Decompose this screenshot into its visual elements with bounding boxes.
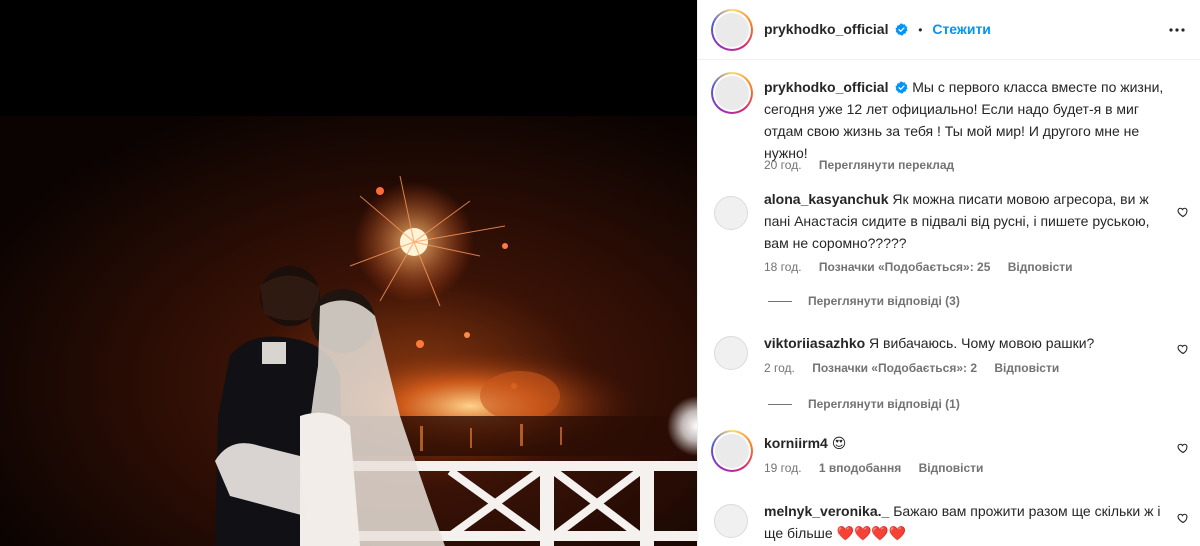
comment-username[interactable]: korniirm4 [764,435,828,451]
view-replies-button[interactable]: Переглянути відповіді (1) [768,397,960,411]
comment-username[interactable]: alona_kasyanchuk [764,191,889,207]
heart-outline-icon[interactable] [1177,512,1189,524]
more-options-icon[interactable] [1167,20,1187,40]
caption-meta: 20 год. Переглянути переклад [764,158,968,172]
post-media[interactable] [0,0,697,546]
verified-badge-icon [895,81,908,94]
view-replies-button[interactable]: Переглянути відповіді (3) [768,294,960,308]
comment-text-block: alona_kasyanchuk Як можна писати мовою а… [764,188,1164,254]
caption-text-block: prykhodko_official Мы с первого класса в… [764,76,1164,164]
view-replies-label: Переглянути відповіді (3) [808,294,960,308]
post-side-panel: prykhodko_official • Стежити prykhodko_o… [697,0,1200,546]
comment-username[interactable]: viktoriiasazhko [764,335,865,351]
verified-badge-icon [895,23,908,36]
comment-text-block: melnyk_veronika._ Бажаю вам прожити разо… [764,500,1164,544]
reply-button[interactable]: Відповісти [919,461,984,475]
translate-link[interactable]: Переглянути переклад [819,158,954,172]
commenter-avatar[interactable] [714,504,748,538]
comment-meta: 19 год. 1 вподобання Відповісти [764,461,997,475]
comment-text: 😍 [831,435,847,451]
caption-author-avatar[interactable] [711,72,753,114]
comment-text-block: korniirm4 😍 [764,432,1164,454]
comment-text: Я вибачаюсь. Чому мовою рашки? [869,335,1095,351]
comment-meta: 2 год. Позначки «Подобається»: 2 Відпові… [764,361,1073,375]
comment-text-block: viktoriiasazhko Я вибачаюсь. Чому мовою … [764,332,1164,354]
comment-likes[interactable]: 1 вподобання [819,461,901,475]
post-photo [0,116,697,546]
comment-meta: 18 год. Позначки «Подобається»: 25 Відпо… [764,260,1087,274]
post-header: prykhodko_official • Стежити [698,0,1200,60]
replies-line [768,404,792,406]
comment-likes[interactable]: Позначки «Подобається»: 25 [819,260,990,274]
commenter-avatar[interactable] [714,336,748,370]
heart-outline-icon[interactable] [1177,442,1189,454]
header-separator: • [918,23,923,37]
replies-line [768,301,792,303]
heart-outline-icon[interactable] [1177,343,1189,355]
comment-username[interactable]: melnyk_veronika._ [764,503,889,519]
caption-time: 20 год. [764,158,802,172]
comment-time: 2 год. [764,361,795,375]
comment-time: 18 год. [764,260,802,274]
follow-button[interactable]: Стежити [932,21,991,37]
commenter-avatar[interactable] [714,196,748,230]
reply-button[interactable]: Відповісти [994,361,1059,375]
caption-username[interactable]: prykhodko_official [764,79,888,95]
author-username[interactable]: prykhodko_official [764,21,888,37]
commenter-avatar[interactable] [711,430,753,472]
comment-likes[interactable]: Позначки «Подобається»: 2 [812,361,977,375]
reply-button[interactable]: Відповісти [1008,260,1073,274]
comment-hearts: ❤️❤️❤️❤️ [836,525,907,541]
heart-outline-icon[interactable] [1177,206,1189,218]
author-avatar[interactable] [711,9,753,51]
comment-time: 19 год. [764,461,802,475]
view-replies-label: Переглянути відповіді (1) [808,397,960,411]
